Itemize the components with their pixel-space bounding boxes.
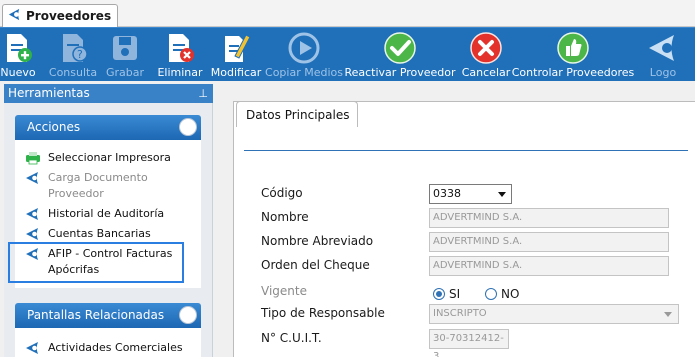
cuit-label: N° C.U.I.T. (261, 331, 322, 345)
check-circle-icon (383, 31, 417, 65)
action-label: Actividades Comerciales de (48, 341, 183, 354)
vigente-no-label: NO (501, 287, 520, 301)
pantallas-relacionadas-body: Actividades Comerciales de (15, 328, 201, 357)
grabar-label: Grabar (105, 66, 145, 79)
highlight-box (8, 242, 184, 283)
printer-icon (25, 150, 41, 166)
delete-document-icon (163, 31, 197, 65)
action-historial-auditoria[interactable]: Historial de Auditoría (25, 206, 186, 222)
action-icon (25, 206, 41, 222)
consulta-label: Consulta (48, 66, 98, 79)
nombre-abreviado-label: Nombre Abreviado (261, 234, 374, 248)
tab-datos-principales[interactable]: Datos Principales (236, 101, 358, 127)
tipo-responsable-select[interactable]: INSCRIPTO (429, 304, 679, 324)
collapse-relacionadas-icon[interactable] (179, 306, 197, 324)
radio-unselected-icon (485, 288, 497, 300)
acciones-title: Acciones (27, 120, 81, 134)
eliminar-button[interactable]: Eliminar (157, 28, 203, 82)
action-seleccionar-impresora[interactable]: Seleccionar Impresora (25, 150, 186, 166)
action-label: Historial de Auditoría (48, 207, 165, 220)
vigente-label: Vigente (261, 284, 307, 298)
vigente-si-radio[interactable]: SI (433, 287, 460, 301)
consulta-button[interactable]: ? Consulta (48, 28, 98, 82)
copiar-medios-button[interactable]: Copiar Medios (265, 28, 343, 82)
herramientas-header: Herramientas ⊥ (4, 84, 213, 103)
cuit-field[interactable]: 30-70312412-3 (429, 329, 509, 357)
action-carga-documento-proveedor[interactable]: Carga Documento Proveedor (25, 170, 186, 202)
play-circle-icon (287, 31, 321, 65)
modificar-label: Modificar (210, 66, 262, 79)
nombre-field[interactable]: ADVERTMIND S.A. (429, 208, 669, 228)
collapse-acciones-icon[interactable] (179, 118, 197, 136)
action-label: Seleccionar Impresora (48, 151, 171, 164)
action-label: Cuentas Bancarias (48, 227, 151, 240)
pin-icon[interactable]: ⊥ (198, 84, 208, 103)
herramientas-title: Herramientas (8, 86, 90, 100)
controlar-proveedores-button[interactable]: Controlar Proveedores (512, 28, 634, 82)
query-document-icon: ? (56, 31, 90, 65)
nombre-abreviado-field[interactable]: ADVERTMIND S.A. (429, 232, 669, 252)
pantallas-relacionadas-title: Pantallas Relacionadas (27, 308, 165, 322)
action-actividades-comerciales[interactable]: Actividades Comerciales de (25, 340, 186, 357)
tipo-responsable-value: INSCRIPTO (433, 308, 487, 319)
codigo-value: 0338 (433, 187, 461, 200)
pantallas-relacionadas-header[interactable]: Pantallas Relacionadas (15, 303, 201, 328)
vigente-no-radio[interactable]: NO (485, 287, 519, 301)
chevron-down-icon (498, 192, 506, 197)
acciones-header[interactable]: Acciones (15, 115, 201, 140)
nuevo-button[interactable]: Nuevo (0, 28, 36, 82)
codigo-label: Código (261, 186, 303, 200)
orden-cheque-label: Orden del Cheque (261, 258, 370, 272)
codigo-select[interactable]: 0338 (429, 184, 512, 204)
toolbar: Nuevo ? Consulta Grabar Eliminar Modific… (0, 27, 695, 81)
copiar-medios-label: Copiar Medios (265, 66, 343, 79)
window-tab-label: Proveedores (26, 9, 112, 23)
title-strip: Proveedores (0, 0, 695, 27)
eliminar-label: Eliminar (157, 66, 203, 79)
reactivar-proveedor-label: Reactivar Proveedor (344, 66, 456, 79)
controlar-proveedores-label: Controlar Proveedores (511, 66, 635, 79)
orden-cheque-field[interactable]: ADVERTMIND S.A. (429, 256, 669, 276)
app-window: Proveedores Nuevo ? Consulta Grabar Elim… (0, 0, 695, 357)
reactivar-proveedor-button[interactable]: Reactivar Proveedor (344, 28, 456, 82)
cancel-circle-icon (469, 31, 503, 65)
app-logo-icon (7, 7, 22, 26)
logo-icon (646, 31, 680, 65)
nuevo-label: Nuevo (0, 66, 36, 79)
grabar-button[interactable]: Grabar (105, 28, 145, 82)
edit-pencil-icon (219, 31, 253, 65)
modificar-button[interactable]: Modificar (210, 28, 262, 82)
save-disk-icon (108, 31, 142, 65)
chevron-down-icon (664, 312, 672, 317)
new-document-icon (1, 31, 35, 65)
logo-label: Logo (649, 66, 677, 79)
cancelar-button[interactable]: Cancelar (460, 28, 512, 82)
action-icon (25, 226, 41, 242)
action-icon (25, 340, 41, 356)
tab-divider (244, 150, 688, 151)
svg-text:?: ? (77, 48, 83, 61)
vigente-si-label: SI (449, 287, 461, 301)
radio-selected-icon (433, 288, 445, 300)
action-label: Carga Documento Proveedor (48, 171, 148, 200)
logo-button[interactable]: Logo (643, 28, 683, 82)
window-tab[interactable]: Proveedores (2, 4, 119, 27)
cancelar-label: Cancelar (461, 66, 511, 79)
action-icon (25, 170, 41, 186)
action-cuentas-bancarias[interactable]: Cuentas Bancarias (25, 226, 186, 242)
thumbs-up-icon (556, 31, 590, 65)
tipo-responsable-label: Tipo de Responsable (261, 306, 385, 320)
nombre-label: Nombre (261, 210, 309, 224)
